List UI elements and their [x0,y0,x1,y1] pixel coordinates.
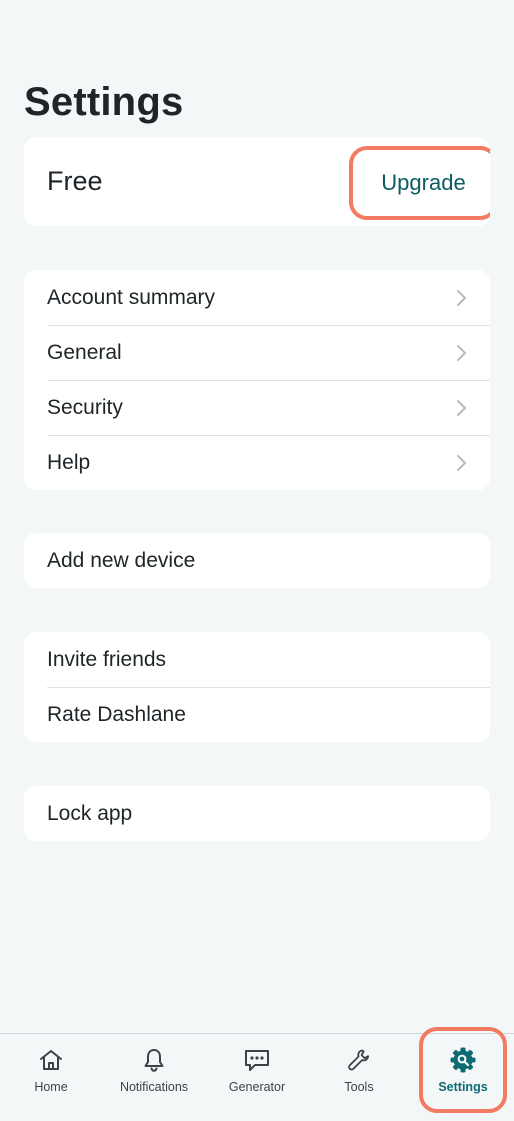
lock-app-button[interactable]: Lock app [24,786,490,841]
plan-card: Free Upgrade [24,137,490,226]
menu-item-label: Security [47,395,123,419]
upgrade-button[interactable]: Upgrade [349,146,490,220]
page-title: Settings [24,80,184,124]
device-card: Add new device [24,533,490,588]
settings-menu: Account summary General Security Help [24,270,490,490]
menu-item-help[interactable]: Help [24,435,490,490]
chat-icon [243,1046,271,1074]
tab-settings[interactable]: Settings [419,1034,507,1120]
wrench-icon [345,1046,373,1074]
chevron-right-icon [456,344,468,362]
chevron-right-icon [456,454,468,472]
menu-item-label: Help [47,450,91,474]
tab-notifications[interactable]: Notifications [108,1034,200,1120]
lock-card: Lock app [24,786,490,841]
tab-home[interactable]: Home [21,1034,81,1120]
menu-item-security[interactable]: Security [24,380,490,435]
tab-bar: Home Notifications Generator Tools Setti… [0,1033,514,1121]
tab-label: Notifications [119,1080,189,1094]
invite-friends-button[interactable]: Invite friends [24,632,490,687]
add-new-device-button[interactable]: Add new device [24,533,490,588]
tab-label: Generator [228,1080,286,1094]
tab-label: Settings [438,1080,488,1094]
menu-item-label: Account summary [47,285,216,309]
tab-label: Tools [344,1080,374,1094]
add-new-device-label: Add new device [47,548,196,572]
menu-item-label: General [47,340,122,364]
chevron-right-icon [456,399,468,417]
plan-name: Free [47,166,103,196]
gear-icon [449,1046,477,1074]
chevron-right-icon [456,289,468,307]
social-card: Invite friends Rate Dashlane [24,632,490,742]
lock-app-label: Lock app [47,801,133,825]
rate-dashlane-label: Rate Dashlane [47,702,186,726]
tab-tools[interactable]: Tools [330,1034,388,1120]
tab-label: Home [34,1080,68,1094]
home-icon [37,1046,65,1074]
invite-friends-label: Invite friends [47,647,167,671]
rate-dashlane-button[interactable]: Rate Dashlane [24,687,490,742]
tab-generator[interactable]: Generator [218,1034,296,1120]
menu-item-general[interactable]: General [24,325,490,380]
menu-item-account-summary[interactable]: Account summary [24,270,490,325]
bell-icon [140,1046,168,1074]
